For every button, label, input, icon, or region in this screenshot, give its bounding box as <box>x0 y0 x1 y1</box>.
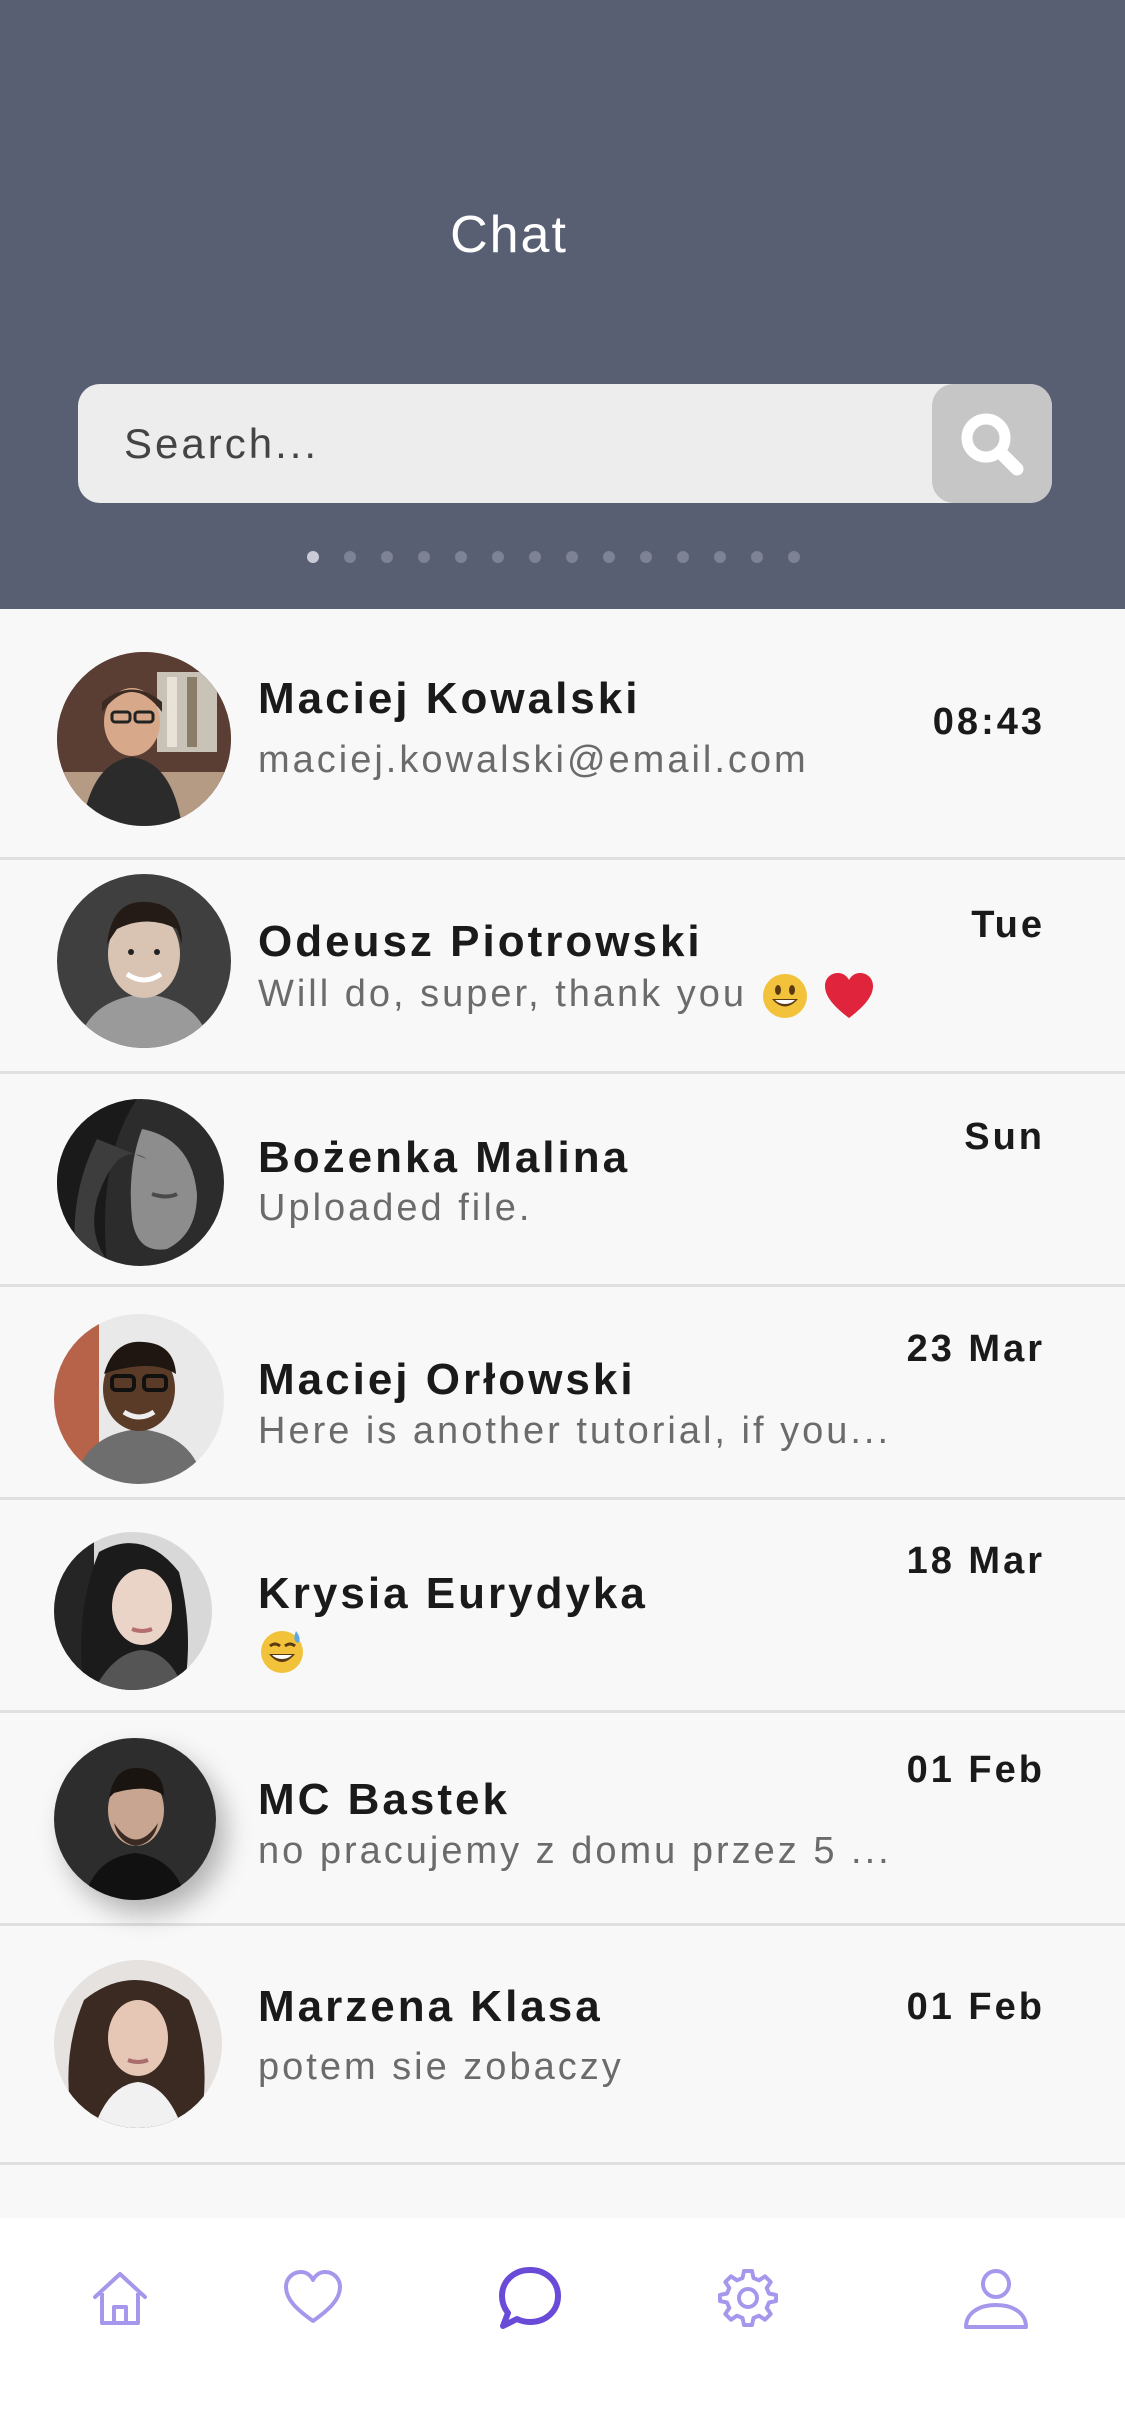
message-time: 18 Mar <box>906 1540 1045 1582</box>
chat-row[interactable]: Maciej Kowalski maciej.kowalski@email.co… <box>0 609 1125 860</box>
message-time: Sun <box>964 1116 1045 1158</box>
contact-name: Maciej Kowalski <box>258 674 641 723</box>
message-preview: maciej.kowalski@email.com <box>258 739 809 781</box>
page-dot[interactable] <box>381 551 393 563</box>
avatar <box>54 1314 224 1484</box>
nav-chat[interactable] <box>490 2258 570 2338</box>
nav-home[interactable] <box>80 2258 160 2338</box>
nav-profile[interactable] <box>956 2258 1036 2338</box>
home-icon <box>93 2272 147 2325</box>
search-input[interactable] <box>78 384 928 503</box>
bottom-nav <box>0 2218 1125 2436</box>
chat-row[interactable]: Maciej Orłowski Here is another tutorial… <box>0 1287 1125 1500</box>
contact-name: Odeusz Piotrowski <box>258 917 703 966</box>
contact-name: Bożenka Malina <box>258 1133 631 1182</box>
contact-name: MC Bastek <box>258 1775 510 1824</box>
avatar <box>54 1960 222 2128</box>
chat-row[interactable]: Bożenka Malina Uploaded file. Sun <box>0 1074 1125 1287</box>
grinning-sweat-emoji <box>261 1631 303 1673</box>
contact-name: Marzena Klasa <box>258 1982 603 2031</box>
message-time: 08:43 <box>932 701 1045 743</box>
page-dot[interactable] <box>603 551 615 563</box>
profile-icon <box>964 2269 1028 2329</box>
page-dot[interactable] <box>640 551 652 563</box>
chat-row[interactable]: MC Bastek no pracujemy z domu przez 5 ..… <box>0 1713 1125 1926</box>
page-dot[interactable] <box>455 551 467 563</box>
page-dot[interactable] <box>492 551 504 563</box>
chat-row[interactable]: Odeusz Piotrowski Will do, super, thank … <box>0 860 1125 1074</box>
message-time: 23 Mar <box>906 1328 1045 1370</box>
search-button[interactable] <box>932 384 1052 503</box>
heart-icon <box>284 2270 342 2323</box>
chat-row[interactable]: Marzena Klasa potem sie zobaczy 01 Feb <box>0 1926 1125 2165</box>
settings-icon <box>718 2269 778 2327</box>
nav-favorites[interactable] <box>273 2258 353 2338</box>
contact-name: Maciej Orłowski <box>258 1355 636 1404</box>
message-preview <box>258 1627 306 1675</box>
message-preview: Will do, super, thank you <box>258 972 875 1020</box>
avatar <box>57 652 231 826</box>
avatar <box>54 1532 212 1690</box>
page-dot[interactable] <box>751 551 763 563</box>
message-time: 01 Feb <box>906 1749 1045 1791</box>
nav-settings[interactable] <box>708 2258 788 2338</box>
avatar <box>57 1099 224 1266</box>
chat-row[interactable]: Krysia Eurydyka 18 Mar <box>0 1500 1125 1713</box>
page-dot[interactable] <box>344 551 356 563</box>
message-preview: Here is another tutorial, if you... <box>258 1410 892 1452</box>
header: Chat <box>0 0 1125 609</box>
message-time: 01 Feb <box>906 1986 1045 2028</box>
page-dot[interactable] <box>677 551 689 563</box>
avatar <box>57 874 231 1048</box>
message-preview: Uploaded file. <box>258 1187 533 1229</box>
page-title: Chat <box>450 206 568 264</box>
page-indicator <box>307 551 800 565</box>
avatar <box>54 1738 216 1900</box>
page-dot[interactable] <box>566 551 578 563</box>
chat-icon <box>499 2267 561 2329</box>
page-dot[interactable] <box>788 551 800 563</box>
page-dot[interactable] <box>418 551 430 563</box>
contact-name: Krysia Eurydyka <box>258 1569 648 1618</box>
search-bar <box>78 384 1052 503</box>
message-preview: no pracujemy z domu przez 5 ... <box>258 1830 892 1872</box>
page-dot[interactable] <box>529 551 541 563</box>
grinning-face-emoji <box>763 974 807 1018</box>
message-time: Tue <box>971 904 1045 946</box>
search-icon <box>961 413 1024 475</box>
message-preview: potem sie zobaczy <box>258 2046 624 2088</box>
red-heart-emoji <box>825 973 873 1018</box>
page-dot[interactable] <box>714 551 726 563</box>
page-dot[interactable] <box>307 551 319 563</box>
message-preview-text: Will do, super, thank you <box>258 973 747 1016</box>
